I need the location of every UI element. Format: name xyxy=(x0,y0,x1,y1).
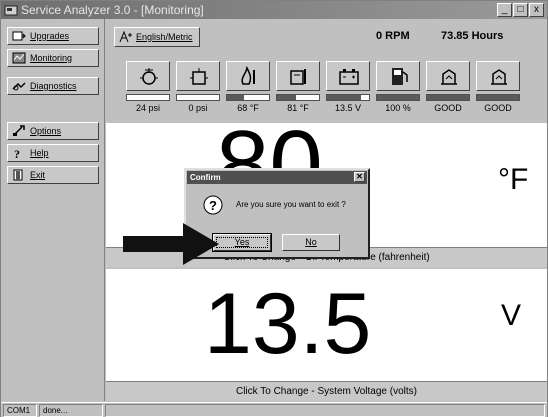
upgrades-label: Upgrades xyxy=(30,31,70,41)
status-1-gauge-button[interactable] xyxy=(426,61,470,91)
dialog-close-button[interactable]: ✕ xyxy=(354,172,365,182)
fuel-pressure-icon xyxy=(190,68,208,85)
english-metric-button[interactable]: English/Metric xyxy=(114,27,200,47)
yes-button[interactable]: Yes xyxy=(213,234,271,251)
voltage-caption-button[interactable]: Click To Change - System Voltage (volts) xyxy=(106,381,547,401)
coolant-temperature-icon xyxy=(290,69,306,85)
minimize-button[interactable]: _ xyxy=(497,3,512,17)
question-icon: ? xyxy=(203,195,223,215)
oil-pressure-value: 24 psi xyxy=(135,103,161,113)
status-1-value: GOOD xyxy=(434,103,462,113)
pointer-arrow-icon xyxy=(123,223,219,265)
exit-button[interactable]: Exit xyxy=(7,166,99,184)
gauge-oil-pressure: 24 psi xyxy=(126,61,170,117)
application-window: Service Analyzer 3.0 - [Monitoring] _ □ … xyxy=(0,0,548,417)
monitoring-icon xyxy=(12,52,26,64)
battery-voltage-gauge-button[interactable] xyxy=(326,61,370,91)
voltage-unit: V xyxy=(501,299,522,332)
units-toggle-icon xyxy=(119,31,132,43)
voltage-panel[interactable]: 13.5 V Click To Change - System Voltage … xyxy=(106,269,547,401)
options-label: Options xyxy=(30,126,62,136)
diagnostics-label: Diagnostics xyxy=(30,81,77,91)
status-icon xyxy=(491,69,507,85)
gauge-coolant-temperature: 81 °F xyxy=(276,61,320,117)
options-button[interactable]: Options xyxy=(7,122,99,140)
fuel-level-value: 100 % xyxy=(385,103,411,113)
help-button[interactable]: ? Help xyxy=(7,144,99,162)
oil-pressure-icon xyxy=(140,68,158,85)
title-bar[interactable]: Service Analyzer 3.0 - [Monitoring] _ □ … xyxy=(1,1,547,19)
help-label: Help xyxy=(30,148,49,158)
status-port: COM1 xyxy=(3,404,37,417)
english-metric-label: English/Metric xyxy=(136,32,193,42)
exit-label: Exit xyxy=(30,170,46,180)
svg-text:?: ? xyxy=(209,198,217,213)
fuel-pressure-level-bar xyxy=(176,94,220,101)
fuel-level-gauge-button[interactable] xyxy=(376,61,420,91)
gauge-fuel-pressure: 0 psi xyxy=(176,61,220,117)
monitoring-label: Monitoring xyxy=(30,53,73,63)
status-1-level-fill xyxy=(427,95,469,100)
oil-temperature-level-fill xyxy=(227,95,244,100)
upgrades-icon xyxy=(12,31,26,41)
diagnostics-icon xyxy=(12,82,26,91)
oil-temperature-gauge-button[interactable] xyxy=(226,61,270,91)
status-2-level-fill xyxy=(477,95,519,100)
fuel-level-level-bar xyxy=(376,94,420,101)
fuel-pump-icon xyxy=(392,68,408,85)
status-2-gauge-button[interactable] xyxy=(476,61,520,91)
status-bar: COM1 done... xyxy=(1,402,547,417)
hours-readout: 73.85 Hours xyxy=(441,30,504,42)
status-text: done... xyxy=(39,404,103,417)
coolant-temperature-level-bar xyxy=(276,94,320,101)
window-title: Service Analyzer 3.0 - [Monitoring] xyxy=(21,3,204,17)
battery-voltage-level-fill xyxy=(327,95,361,100)
status-icon xyxy=(441,69,457,85)
status-2-level-bar xyxy=(476,94,520,101)
maximize-button[interactable]: □ xyxy=(513,3,528,17)
coolant-temperature-gauge-button[interactable] xyxy=(276,61,320,91)
dialog-title: Confirm xyxy=(190,173,221,182)
oil-temperature-level-bar xyxy=(226,94,270,101)
battery-voltage-value: 13.5 V xyxy=(334,103,362,113)
voltage-value: 13.5 xyxy=(204,276,372,372)
status-1-level-bar xyxy=(426,94,470,101)
gauge-status-1: GOOD xyxy=(426,61,470,117)
close-button[interactable]: x xyxy=(529,3,544,17)
upgrades-button[interactable]: Upgrades xyxy=(7,27,99,45)
svg-text:?: ? xyxy=(14,147,20,159)
battery-icon xyxy=(339,69,359,85)
fuel-level-level-fill xyxy=(377,95,419,100)
rpm-readout: 0 RPM xyxy=(376,30,410,42)
gauge-oil-temperature: 68 °F xyxy=(226,61,270,117)
help-icon: ? xyxy=(14,147,20,159)
battery-voltage-level-bar xyxy=(326,94,370,101)
status-empty-cell xyxy=(105,404,545,417)
oil-pressure-level-bar xyxy=(126,94,170,101)
oil-temperature-icon xyxy=(241,66,255,85)
monitoring-button[interactable]: Monitoring xyxy=(7,49,99,67)
exit-icon xyxy=(13,169,23,181)
coolant-temperature-level-fill xyxy=(277,95,296,100)
diagnostics-button[interactable]: Diagnostics xyxy=(7,77,99,95)
options-icon xyxy=(13,125,25,136)
toolbar: English/Metric 0 RPM 73.85 Hours 24 psi 0… xyxy=(106,19,547,123)
status-2-value: GOOD xyxy=(484,103,512,113)
oil-pressure-gauge-button[interactable] xyxy=(126,61,170,91)
gauge-fuel-level: 100 % xyxy=(376,61,420,117)
temperature-unit: °F xyxy=(498,163,529,196)
dialog-title-bar[interactable]: Confirm ✕ xyxy=(187,171,367,184)
fuel-pressure-gauge-button[interactable] xyxy=(176,61,220,91)
sidebar: Upgrades Monitoring Diagnostics Options … xyxy=(1,19,105,401)
no-button[interactable]: No xyxy=(282,234,340,251)
dialog-message: Are you sure you want to exit ? xyxy=(236,200,346,209)
app-icon xyxy=(4,5,18,16)
gauge-battery-voltage: 13.5 V xyxy=(326,61,370,117)
gauge-status-2: GOOD xyxy=(476,61,520,117)
